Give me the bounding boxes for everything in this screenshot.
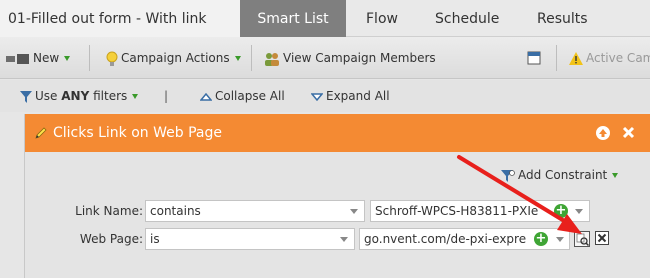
filter-bar: Use ANY filters | Collapse All Expand Al… bbox=[0, 80, 650, 112]
toolbar-divider bbox=[89, 45, 90, 71]
collapse-all-button[interactable]: Collapse All bbox=[200, 80, 285, 112]
lightbulb-icon bbox=[106, 51, 118, 66]
use-label: Use bbox=[35, 89, 58, 103]
calendar-icon[interactable] bbox=[527, 51, 541, 65]
link-name-value-select[interactable]: Schroff-WPCS-H83811-PXIe + bbox=[370, 200, 590, 222]
new-label: New bbox=[33, 51, 60, 65]
chevron-down-icon bbox=[350, 209, 358, 214]
add-constraint-button[interactable]: Add Constraint bbox=[501, 166, 619, 184]
toolbar-divider bbox=[251, 45, 252, 71]
pencil-icon bbox=[35, 127, 47, 139]
tab-flow[interactable]: Flow bbox=[366, 0, 398, 37]
view-campaign-members-label: View Campaign Members bbox=[283, 51, 436, 65]
filter-card-header: Clicks Link on Web Page bbox=[25, 114, 650, 152]
view-campaign-members-button[interactable]: View Campaign Members bbox=[264, 37, 436, 79]
campaign-actions-caret-icon bbox=[234, 56, 241, 61]
link-name-operator-select[interactable]: contains bbox=[145, 200, 365, 222]
add-icon[interactable]: + bbox=[534, 232, 548, 246]
program-name-tab[interactable]: 01-Filled out form - With link bbox=[0, 0, 240, 37]
filter-logic-menu[interactable]: Use ANY filters bbox=[20, 80, 139, 112]
toolbar-divider bbox=[556, 45, 557, 71]
chevron-down-icon bbox=[340, 237, 348, 242]
tab-results[interactable]: Results bbox=[537, 0, 588, 37]
filter-card: Clicks Link on Web Page Add Constraint L… bbox=[24, 114, 650, 278]
web-page-operator-value: is bbox=[150, 232, 160, 246]
web-page-operator-select[interactable]: is bbox=[145, 228, 355, 250]
chevron-down-icon bbox=[575, 209, 583, 214]
web-page-label: Web Page: bbox=[79, 232, 143, 246]
expand-icon bbox=[311, 92, 323, 101]
link-name-operator-value: contains bbox=[150, 204, 201, 218]
campaign-actions-button[interactable]: Campaign Actions bbox=[106, 37, 241, 79]
collapse-icon bbox=[200, 92, 212, 101]
expand-all-button[interactable]: Expand All bbox=[311, 80, 390, 112]
web-page-value-select[interactable]: go.nvent.com/de-pxi-expre + bbox=[359, 228, 570, 250]
active-campaign-label: Active Cam bbox=[586, 51, 650, 65]
new-icon bbox=[6, 53, 29, 64]
filter-card-title: Clicks Link on Web Page bbox=[53, 125, 222, 141]
active-campaign-toggle[interactable]: Active Cam bbox=[569, 37, 650, 79]
delete-icon[interactable] bbox=[595, 231, 609, 245]
chevron-down-icon bbox=[556, 237, 564, 242]
add-icon[interactable]: + bbox=[554, 204, 568, 218]
up-arrow-icon[interactable] bbox=[596, 126, 610, 140]
any-label: ANY bbox=[61, 89, 90, 103]
people-icon bbox=[265, 52, 279, 66]
filter-icon bbox=[501, 169, 515, 182]
picker-icon[interactable] bbox=[574, 231, 590, 247]
new-caret-icon bbox=[64, 56, 71, 61]
new-button[interactable]: New bbox=[6, 37, 71, 79]
filters-label: filters bbox=[93, 89, 128, 103]
filter-icon bbox=[20, 90, 32, 103]
add-constraint-label: Add Constraint bbox=[518, 168, 608, 182]
link-name-value: Schroff-WPCS-H83811-PXIe bbox=[375, 204, 539, 218]
expand-all-label: Expand All bbox=[326, 89, 390, 103]
tab-smart-list[interactable]: Smart List bbox=[240, 0, 346, 37]
tab-schedule[interactable]: Schedule bbox=[435, 0, 499, 37]
toolbar: New Campaign Actions View Campaign Membe… bbox=[0, 37, 650, 79]
add-constraint-caret-icon bbox=[612, 173, 619, 178]
tab-bar: 01-Filled out form - With link Smart Lis… bbox=[0, 0, 650, 37]
filter-logic-caret-icon bbox=[132, 94, 139, 99]
close-icon[interactable] bbox=[622, 126, 635, 139]
collapse-all-label: Collapse All bbox=[215, 89, 285, 103]
warning-icon bbox=[569, 52, 583, 65]
web-page-value: go.nvent.com/de-pxi-expre bbox=[364, 232, 527, 246]
filterbar-separator: | bbox=[164, 89, 169, 103]
campaign-actions-label: Campaign Actions bbox=[121, 51, 230, 65]
link-name-label: Link Name: bbox=[75, 204, 143, 218]
